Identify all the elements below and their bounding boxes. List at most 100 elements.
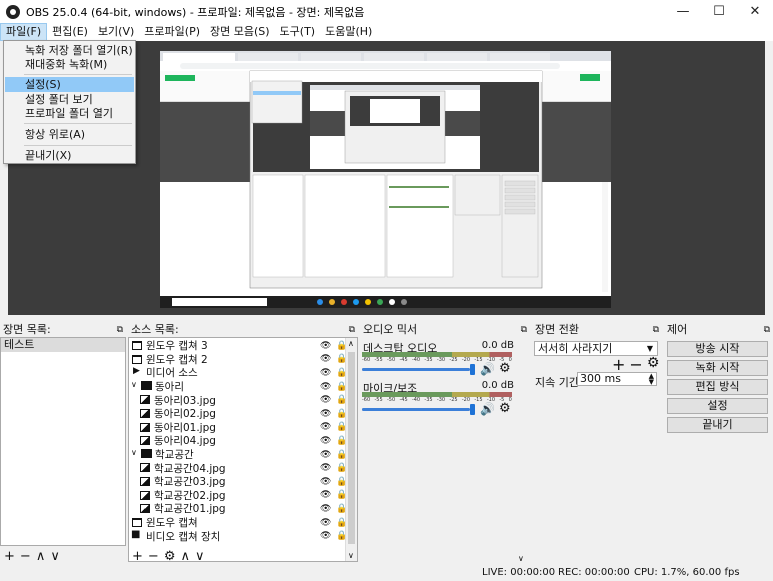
menu-separator bbox=[24, 145, 132, 146]
source-item[interactable]: ■ 비디오 캡쳐 장치 👁 🔒 bbox=[129, 529, 347, 543]
eye-icon[interactable]: 👁 bbox=[320, 382, 331, 392]
source-properties-gear-icon[interactable]: ⚙ bbox=[164, 549, 176, 564]
speaker-icon[interactable]: 🔊 bbox=[480, 362, 495, 376]
menu-bar: 파일(F) 편집(E) 보기(V) 프로파일(P) 장면 모음(S) 도구(T)… bbox=[0, 23, 773, 41]
float-dock-icon[interactable]: ⧉ bbox=[521, 323, 527, 338]
status-bar: LIVE: 00:00:00 REC: 00:00:00 CPU: 1.7%, … bbox=[0, 565, 773, 581]
menu-profile[interactable]: 프로파일(P) bbox=[139, 23, 205, 41]
source-item[interactable]: 학교공간04.jpg 👁 🔒 bbox=[129, 461, 347, 475]
mixer-scrollbar[interactable]: ∨ bbox=[517, 337, 528, 564]
chevron-down-icon: ▼ bbox=[646, 344, 653, 353]
source-item[interactable]: 동아리04.jpg 👁 🔒 bbox=[129, 434, 347, 448]
menu-help[interactable]: 도움말(H) bbox=[320, 23, 377, 41]
move-scene-down-button[interactable]: ∨ bbox=[50, 549, 60, 564]
transition-select[interactable]: 서서히 사라지기 ▼ bbox=[534, 341, 658, 356]
eye-icon[interactable]: 👁 bbox=[320, 463, 331, 473]
menu-open-recordings-folder[interactable]: 녹화 저장 폴더 열기(R) bbox=[5, 43, 134, 58]
source-item[interactable]: 학교공간03.jpg 👁 🔒 bbox=[129, 475, 347, 489]
scenes-dock-title: 장면 목록: bbox=[3, 323, 51, 336]
source-item[interactable]: 동아리02.jpg 👁 🔒 bbox=[129, 407, 347, 421]
eye-icon[interactable]: 👁 bbox=[320, 368, 331, 378]
float-dock-icon[interactable]: ⧉ bbox=[349, 323, 355, 338]
eye-icon[interactable]: 👁 bbox=[320, 490, 331, 500]
scene-transitions-dock: 장면 전환 ⧉ 서서히 사라지기 ▼ + − ⚙ 지속 기간 300 ms ▲ ▼ bbox=[532, 322, 662, 565]
duration-spinbox[interactable]: 300 ms ▲ ▼ bbox=[577, 372, 657, 386]
channel-db: 0.0 dB bbox=[481, 340, 514, 351]
source-item[interactable]: 윈도우 캡쳐 2 👁 🔒 bbox=[129, 353, 347, 367]
obs-logo-icon bbox=[6, 4, 20, 19]
eye-icon[interactable]: 👁 bbox=[320, 341, 331, 351]
eye-icon[interactable]: 👁 bbox=[320, 477, 331, 487]
sources-scrollbar[interactable]: ∧ ∨ bbox=[345, 338, 357, 561]
eye-icon[interactable]: 👁 bbox=[320, 395, 331, 405]
duration-label: 지속 기간 bbox=[535, 376, 579, 389]
menu-tools[interactable]: 도구(T) bbox=[275, 23, 321, 41]
source-item[interactable]: 학교공간02.jpg 👁 🔒 bbox=[129, 489, 347, 503]
audio-mixer-body: 데스크탑 오디오 0.0 dB -60 -55 -50 -45 -40 -35 -30 -25… bbox=[360, 337, 530, 564]
chevron-down-icon[interactable]: ∨ bbox=[131, 380, 137, 389]
studio-mode-button[interactable]: 편집 방식 bbox=[667, 379, 768, 395]
gear-icon[interactable]: ⚙ bbox=[499, 361, 511, 376]
eye-icon[interactable]: 👁 bbox=[320, 436, 331, 446]
sources-list: 윈도우 캡쳐 3 👁 🔒 윈도우 캡쳐 2 👁 🔒 ▶ 미디어 소스 👁 🔒 ∨ 동아리 👁 🔒 동아리03… bbox=[128, 337, 358, 562]
menu-view[interactable]: 보기(V) bbox=[93, 23, 139, 41]
move-source-down-button[interactable]: ∨ bbox=[195, 549, 205, 564]
add-scene-button[interactable]: + bbox=[4, 549, 15, 564]
eye-icon[interactable]: 👁 bbox=[320, 531, 331, 541]
float-dock-icon[interactable]: ⧉ bbox=[117, 323, 123, 338]
move-scene-up-button[interactable]: ∧ bbox=[36, 549, 46, 564]
menu-file[interactable]: 파일(F) bbox=[0, 23, 48, 41]
source-item[interactable]: 윈도우 캡쳐 👁 🔒 bbox=[129, 516, 347, 530]
move-source-up-button[interactable]: ∧ bbox=[180, 549, 190, 564]
maximize-button[interactable]: ☐ bbox=[701, 0, 737, 23]
eye-icon[interactable]: 👁 bbox=[320, 354, 331, 364]
volume-slider-handle[interactable] bbox=[470, 404, 475, 415]
sources-dock-title: 소스 목록: bbox=[131, 323, 179, 336]
spin-arrows-icon[interactable]: ▲ ▼ bbox=[649, 373, 654, 386]
remove-source-button[interactable]: − bbox=[148, 549, 159, 564]
menu-open-profile-folder[interactable]: 프로파일 폴더 열기 bbox=[5, 106, 134, 121]
menu-exit[interactable]: 끝내기(X) bbox=[5, 148, 134, 163]
volume-slider[interactable] bbox=[362, 408, 470, 411]
eye-icon[interactable]: 👁 bbox=[320, 504, 331, 514]
minimize-button[interactable]: — bbox=[665, 0, 701, 23]
exit-button[interactable]: 끝내기 bbox=[667, 417, 768, 433]
float-dock-icon[interactable]: ⧉ bbox=[764, 323, 770, 338]
scene-item[interactable]: 테스트 bbox=[1, 338, 125, 352]
volume-slider-handle[interactable] bbox=[470, 364, 475, 375]
volume-slider[interactable] bbox=[362, 368, 470, 371]
duration-value: 300 ms bbox=[580, 372, 621, 385]
source-item[interactable]: ∨ 학교공간 👁 🔒 bbox=[129, 448, 347, 462]
menu-edit[interactable]: 편집(E) bbox=[47, 23, 93, 41]
source-item[interactable]: ∨ 동아리 👁 🔒 bbox=[129, 380, 347, 394]
start-recording-button[interactable]: 녹화 시작 bbox=[667, 360, 768, 376]
start-streaming-button[interactable]: 방송 시작 bbox=[667, 341, 768, 357]
eye-icon[interactable]: 👁 bbox=[320, 422, 331, 432]
source-item[interactable]: 동아리03.jpg 👁 🔒 bbox=[129, 393, 347, 407]
eye-icon[interactable]: 👁 bbox=[320, 518, 331, 528]
speaker-icon[interactable]: 🔊 bbox=[480, 402, 495, 416]
eye-icon[interactable]: 👁 bbox=[320, 409, 331, 419]
settings-button[interactable]: 설정 bbox=[667, 398, 768, 414]
scrollbar-thumb[interactable] bbox=[348, 352, 355, 544]
float-dock-icon[interactable]: ⧉ bbox=[653, 323, 659, 338]
menu-always-on-top[interactable]: 항상 위로(A) bbox=[5, 127, 134, 142]
eye-icon[interactable]: 👁 bbox=[320, 450, 331, 460]
menu-remux-recordings[interactable]: 재대중화 녹화(M) bbox=[5, 57, 134, 72]
menu-show-settings-folder[interactable]: 설정 폴더 보기 bbox=[5, 92, 134, 107]
sources-toolbar: + − ⚙ ∧ ∨ bbox=[128, 548, 205, 565]
chevron-down-icon[interactable]: ∨ bbox=[131, 448, 137, 457]
menu-scene-collection[interactable]: 장면 모음(S) bbox=[205, 23, 275, 41]
add-source-button[interactable]: + bbox=[132, 549, 143, 564]
source-item[interactable]: 동아리01.jpg 👁 🔒 bbox=[129, 421, 347, 435]
audio-mixer-dock: 오디오 믹서 ⧉ 데스크탑 오디오 0.0 dB -60 -55 -50 -45 -40… bbox=[360, 322, 530, 565]
source-item[interactable]: ▶ 미디어 소스 👁 🔒 bbox=[129, 366, 347, 380]
rec-status: REC: 00:00:00 bbox=[558, 567, 630, 578]
source-item[interactable]: 윈도우 캡쳐 3 👁 🔒 bbox=[129, 339, 347, 353]
menu-settings[interactable]: 설정(S) bbox=[5, 77, 134, 92]
remove-scene-button[interactable]: − bbox=[20, 549, 31, 564]
source-item[interactable]: 학교공간01.jpg 👁 🔒 bbox=[129, 502, 347, 516]
controls-title: 제어 bbox=[667, 323, 688, 336]
gear-icon[interactable]: ⚙ bbox=[499, 401, 511, 416]
close-button[interactable]: ✕ bbox=[737, 0, 773, 23]
